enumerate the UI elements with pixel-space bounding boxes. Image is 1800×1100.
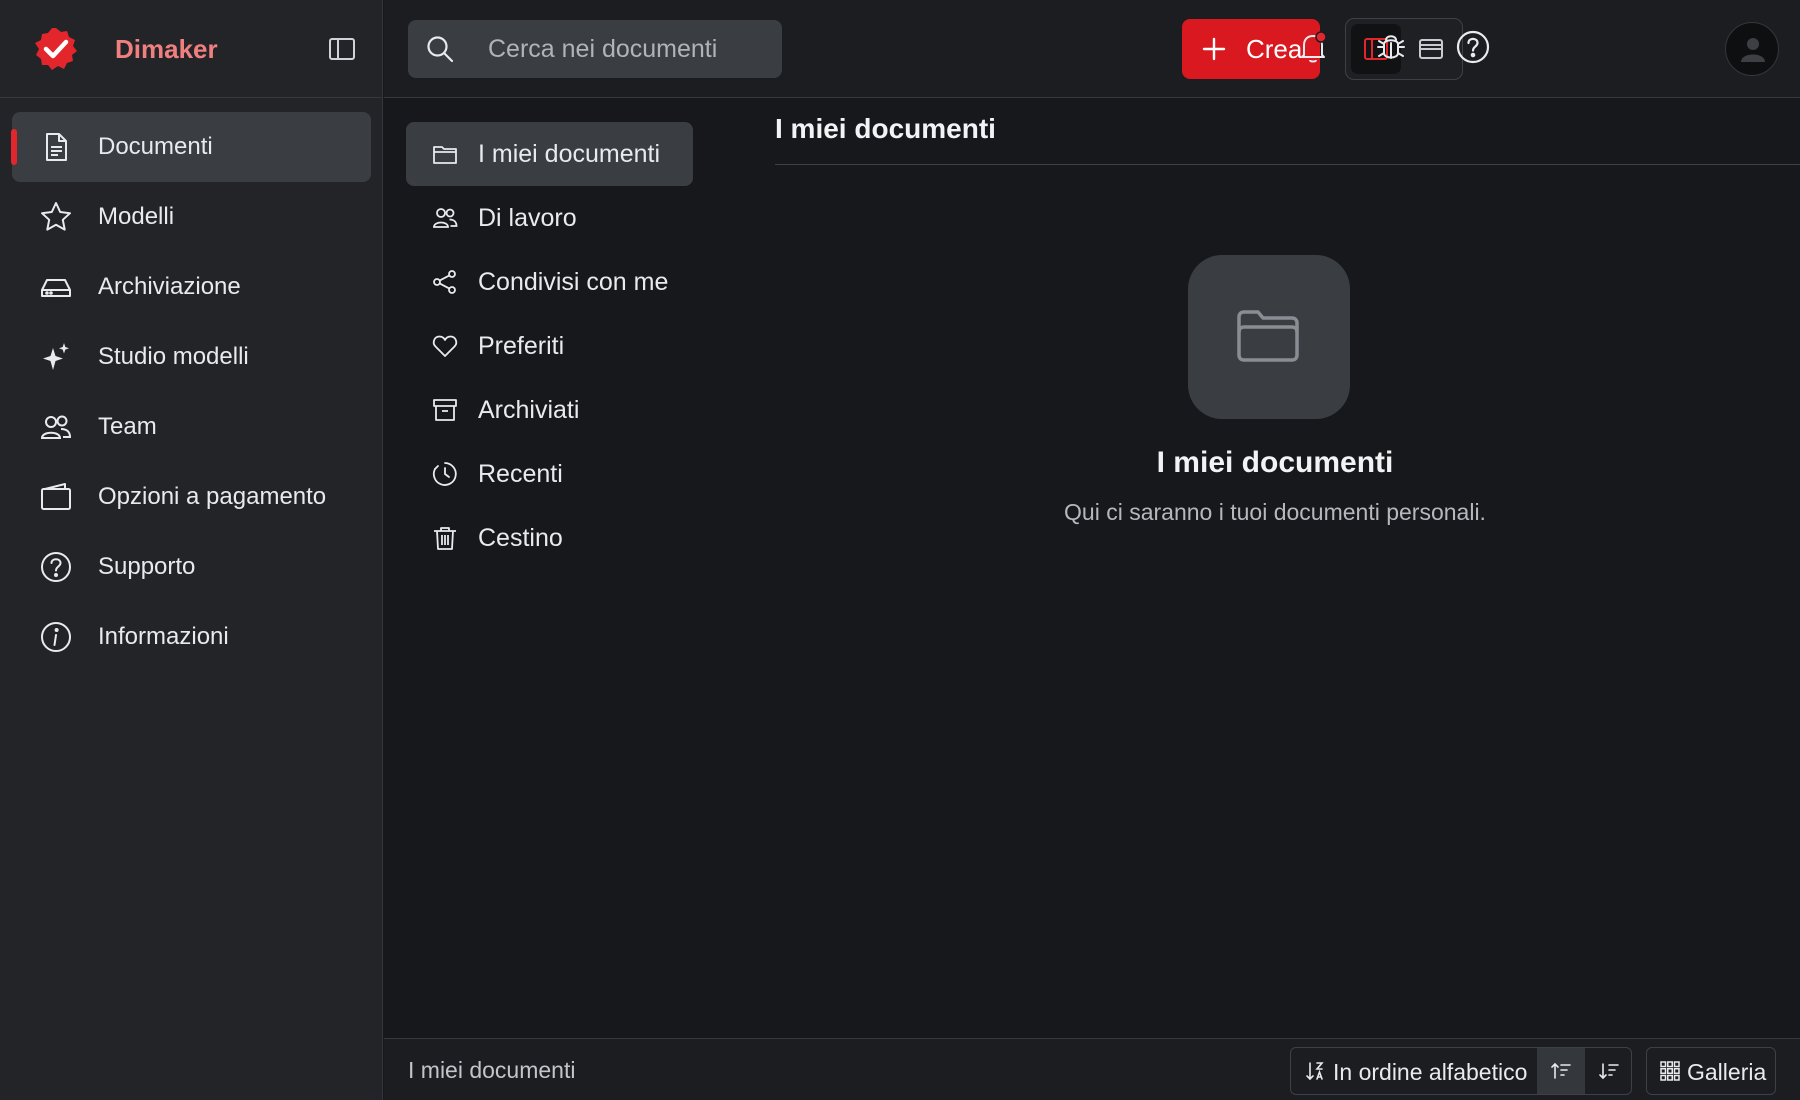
bug-icon[interactable] [1373, 29, 1409, 65]
sidebar-item-label: Supporto [98, 553, 196, 580]
sidebar-item-opzioni-pagamento[interactable]: Opzioni a pagamento [12, 462, 371, 532]
subnav-item-label: I miei documenti [478, 139, 661, 168]
sidebar-item-informazioni[interactable]: Informazioni [12, 602, 371, 672]
sidebar: Dimaker Documenti Modelli Archiviazione … [0, 0, 383, 1100]
subnav-item-shared[interactable]: Condivisi con me [406, 250, 693, 314]
bottom-bar: I miei documenti In ordine alfabetico Ga… [384, 1038, 1800, 1100]
notification-bell-icon[interactable] [1295, 29, 1331, 65]
subnav-item-label: Preferiti [478, 331, 565, 360]
sidebar-item-documenti[interactable]: Documenti [11, 112, 371, 182]
view-mode-button[interactable]: Galleria [1646, 1047, 1776, 1095]
user-icon [1741, 38, 1765, 62]
logo-icon[interactable] [33, 26, 79, 72]
grid-icon [1660, 1061, 1680, 1081]
wallet-icon [39, 480, 73, 514]
users-icon [39, 410, 73, 444]
document-icon [39, 130, 73, 164]
star-icon [39, 200, 73, 234]
subnav-item-archived[interactable]: Archiviati [406, 378, 693, 442]
subnav-item-label: Cestino [478, 523, 563, 552]
layout-window-button[interactable] [1406, 24, 1456, 74]
search-input[interactable] [488, 20, 768, 78]
subnav-item-label: Condivisi con me [478, 267, 669, 296]
sort-alpha-icon [1306, 1062, 1324, 1081]
window-icon [1419, 39, 1443, 59]
sort-by-label: In ordine alfabetico [1333, 1059, 1528, 1085]
users-icon [431, 204, 459, 232]
subnav-item-work[interactable]: Di lavoro [406, 186, 693, 250]
sort-by-button[interactable]: In ordine alfabetico [1291, 1048, 1537, 1094]
sidebar-item-label: Opzioni a pagamento [98, 483, 327, 510]
brand-header: Dimaker [0, 0, 383, 98]
info-icon [39, 620, 73, 654]
empty-state-tile [1188, 255, 1350, 419]
empty-state-subtitle: Qui ci saranno i tuoi documenti personal… [1064, 499, 1486, 525]
current-path: I miei documenti [408, 1057, 576, 1083]
sidebar-item-team[interactable]: Team [12, 392, 371, 462]
archive-icon [431, 396, 459, 424]
subnav-item-my-documents[interactable]: I miei documenti [406, 122, 693, 186]
main-nav: Documenti Modelli Archiviazione Studio m… [11, 112, 371, 672]
sort-ascending-icon [1551, 1062, 1571, 1079]
sort-controls: In ordine alfabetico [1290, 1047, 1632, 1095]
clock-icon [431, 460, 459, 488]
sort-descending-button[interactable] [1585, 1048, 1631, 1094]
brand-name: Dimaker [115, 34, 218, 64]
documents-subnav: I miei documenti Di lavoro Condivisi con… [406, 122, 693, 570]
share-icon [431, 268, 459, 296]
sidebar-item-label: Team [98, 413, 157, 440]
heart-icon [431, 332, 459, 360]
sort-descending-icon [1599, 1063, 1619, 1080]
sparkle-icon [39, 340, 73, 374]
subnav-item-label: Recenti [478, 459, 563, 488]
plus-icon [1202, 37, 1226, 61]
help-circle-icon [39, 550, 73, 584]
sidebar-toggle-icon[interactable] [326, 33, 358, 65]
topbar: Crea [384, 0, 1800, 98]
view-mode-label: Galleria [1687, 1059, 1767, 1085]
avatar[interactable] [1725, 22, 1779, 76]
sidebar-item-label: Modelli [98, 203, 175, 230]
sidebar-item-supporto[interactable]: Supporto [12, 532, 371, 602]
divider [775, 164, 1800, 165]
sidebar-item-label: Informazioni [98, 623, 229, 650]
search-box[interactable] [408, 20, 782, 78]
empty-state-title: I miei documenti [1156, 446, 1394, 479]
help-icon[interactable] [1455, 29, 1491, 65]
subnav-item-favorites[interactable]: Preferiti [406, 314, 693, 378]
sidebar-item-label: Studio modelli [98, 343, 249, 370]
sidebar-item-archiviazione[interactable]: Archiviazione [12, 252, 371, 322]
subnav-item-label: Archiviati [478, 395, 580, 424]
search-icon [425, 34, 455, 64]
sidebar-item-studio-modelli[interactable]: Studio modelli [12, 322, 371, 392]
sidebar-item-label: Archiviazione [98, 273, 241, 300]
sidebar-item-label: Documenti [98, 133, 213, 160]
create-button-label: Crea [1246, 33, 1303, 64]
hard-drive-icon [39, 270, 73, 304]
trash-icon [431, 524, 459, 552]
subnav-item-trash[interactable]: Cestino [406, 506, 693, 570]
subnav-item-recent[interactable]: Recenti [406, 442, 693, 506]
sort-ascending-button[interactable] [1537, 1048, 1585, 1094]
folder-icon [431, 140, 459, 168]
page-title: I miei documenti [775, 113, 996, 144]
sidebar-item-modelli[interactable]: Modelli [12, 182, 371, 252]
folder-open-icon [1237, 310, 1299, 362]
subnav-item-label: Di lavoro [478, 203, 577, 232]
